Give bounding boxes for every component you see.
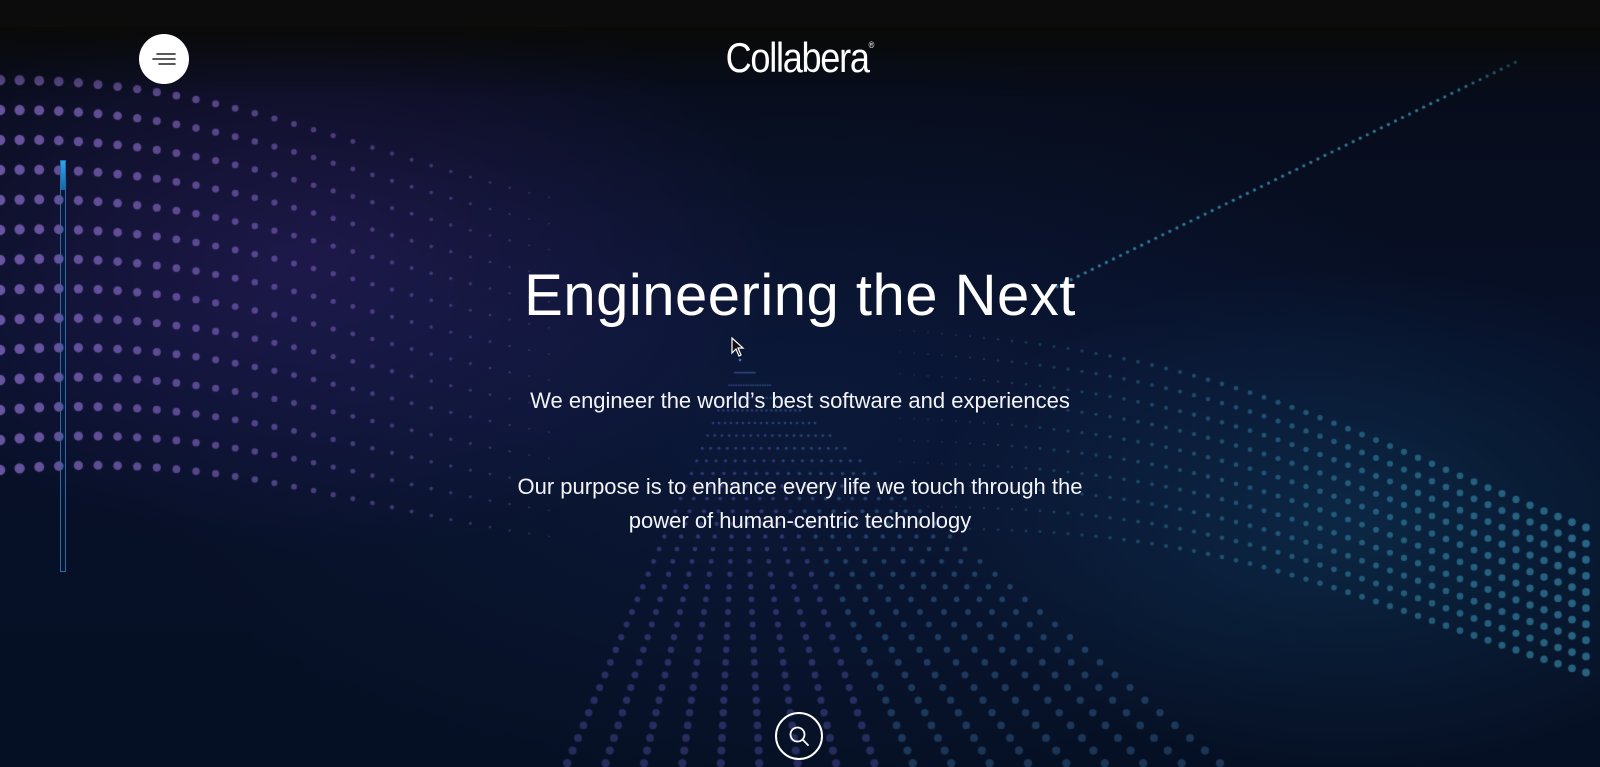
- search-icon: [789, 726, 809, 746]
- search-button[interactable]: [775, 712, 823, 760]
- scroll-progress-bar: [60, 160, 66, 572]
- scroll-progress-fill: [61, 161, 65, 190]
- hero-title: Engineering the Next: [524, 263, 1076, 328]
- particle-background: [0, 0, 1600, 767]
- browser-top-strip: [0, 0, 1600, 27]
- hero-subtitle: We engineer the world’s best software an…: [530, 388, 1070, 413]
- registered-mark: ®: [868, 40, 875, 50]
- collabera-logo[interactable]: Collabera®: [714, 34, 886, 82]
- page: Collabera® Engineering the Next We engin…: [0, 0, 1600, 767]
- purpose-line-1: Our purpose is to enhance every life we …: [517, 474, 1083, 499]
- hamburger-menu-icon: [152, 53, 176, 65]
- menu-button[interactable]: [139, 34, 189, 84]
- logo-text: Collabera: [725, 34, 870, 81]
- purpose-line-2: power of human-centric technology: [628, 508, 972, 533]
- hero-purpose-text: Our purpose is to enhance every life we …: [460, 470, 1140, 538]
- mouse-cursor-icon: [731, 337, 745, 357]
